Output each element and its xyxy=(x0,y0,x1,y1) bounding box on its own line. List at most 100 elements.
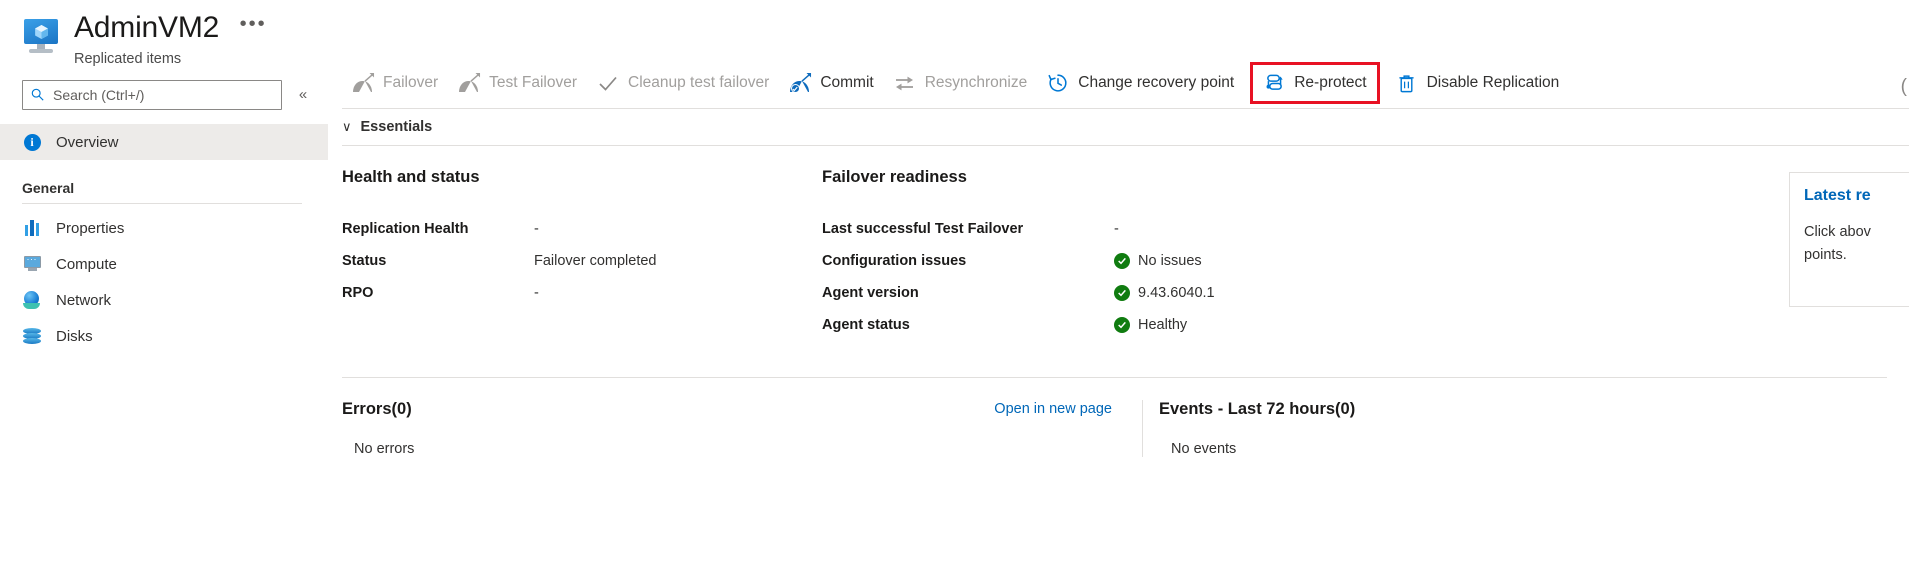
sidebar-item-overview[interactable]: i Overview xyxy=(0,124,328,160)
virtual-machine-icon xyxy=(22,16,62,56)
failover-readiness-section: Failover readiness Last successful Test … xyxy=(822,168,1382,341)
sidebar-item-network[interactable]: Network xyxy=(0,282,328,318)
row-value: - xyxy=(534,221,539,237)
command-toolbar: Failover Test Failover Cleanup test fail… xyxy=(328,58,1909,108)
test-failover-icon xyxy=(458,73,480,94)
properties-icon xyxy=(22,218,42,238)
sidebar-item-label: Properties xyxy=(56,220,124,237)
success-check-icon xyxy=(1114,253,1130,269)
command-label: Cleanup test failover xyxy=(628,74,769,92)
commit-icon xyxy=(789,73,811,94)
failover-button[interactable]: Failover xyxy=(342,65,448,101)
bottom-panels: Errors(0) Open in new page No errors Eve… xyxy=(342,400,1909,457)
command-label: Commit xyxy=(820,74,873,92)
resynchronize-icon xyxy=(894,73,916,94)
section-title: Health and status xyxy=(342,168,822,187)
row-key: Agent status xyxy=(822,317,1114,333)
sidebar-group-divider xyxy=(22,203,302,204)
page-title: AdminVM2 xyxy=(74,10,219,46)
sidebar-item-label: Compute xyxy=(56,256,117,273)
search-icon xyxy=(31,88,44,103)
essentials-content: Health and status Replication Health - S… xyxy=(328,146,1909,457)
health-and-status-section: Health and status Replication Health - S… xyxy=(342,168,822,341)
open-in-new-page-link[interactable]: Open in new page xyxy=(994,401,1112,417)
errors-panel: Errors(0) Open in new page No errors xyxy=(342,400,1142,457)
section-divider xyxy=(342,377,1887,378)
commit-button[interactable]: Commit xyxy=(779,65,883,101)
sidebar-group-general: General xyxy=(0,180,328,196)
trash-icon xyxy=(1396,73,1418,94)
row-replication-health: Replication Health - xyxy=(342,213,822,245)
latest-card-line2: points. xyxy=(1804,244,1909,267)
blade-left-pane: AdminVM2 ••• Replicated items « i Overvi… xyxy=(0,0,328,583)
search-box[interactable] xyxy=(22,80,282,110)
disks-icon xyxy=(22,326,42,346)
row-key: Agent version xyxy=(822,285,1114,301)
events-empty-text: No events xyxy=(1159,441,1742,457)
command-label: Resynchronize xyxy=(925,74,1028,92)
row-key: Status xyxy=(342,253,534,269)
command-label: Test Failover xyxy=(489,74,577,92)
sidebar-item-label: Overview xyxy=(56,134,119,151)
row-key: RPO xyxy=(342,285,534,301)
section-title: Failover readiness xyxy=(822,168,1382,187)
cube-glyph xyxy=(35,25,48,39)
sidebar-item-label: Disks xyxy=(56,328,93,345)
row-key: Last successful Test Failover xyxy=(822,221,1114,237)
events-title: Events - Last 72 hours(0) xyxy=(1159,400,1742,419)
sidebar-item-disks[interactable]: Disks xyxy=(0,318,328,354)
command-label: Failover xyxy=(383,74,438,92)
row-value: 9.43.6040.1 xyxy=(1138,285,1215,301)
row-key: Configuration issues xyxy=(822,253,1114,269)
latest-card-line1: Click abov xyxy=(1804,221,1909,244)
row-value: No issues xyxy=(1138,253,1202,269)
row-configuration-issues: Configuration issues No issues xyxy=(822,245,1382,277)
blade-main-pane: Failover Test Failover Cleanup test fail… xyxy=(328,0,1909,583)
events-panel: Events - Last 72 hours(0) No events xyxy=(1142,400,1742,457)
row-value: - xyxy=(1114,221,1119,237)
change-recovery-point-icon xyxy=(1047,73,1069,94)
latest-recovery-points-card: Latest re Click abov points. xyxy=(1789,172,1909,307)
azure-portal-blade: AdminVM2 ••• Replicated items « i Overvi… xyxy=(0,0,1909,583)
essentials-label: Essentials xyxy=(361,119,433,135)
success-check-icon xyxy=(1114,285,1130,301)
info-icon: i xyxy=(22,132,42,152)
overflow-icon[interactable]: ( xyxy=(1901,76,1907,98)
test-failover-button[interactable]: Test Failover xyxy=(448,65,587,101)
checkmark-icon xyxy=(597,73,619,94)
row-agent-version: Agent version 9.43.6040.1 xyxy=(822,277,1382,309)
resynchronize-button[interactable]: Resynchronize xyxy=(884,65,1038,101)
latest-card-title[interactable]: Latest re xyxy=(1804,187,1909,205)
sidebar-item-compute[interactable]: Compute xyxy=(0,246,328,282)
success-check-icon xyxy=(1114,317,1130,333)
compute-icon xyxy=(22,254,42,274)
page-subtitle: Replicated items xyxy=(74,50,267,68)
search-input[interactable] xyxy=(51,86,273,104)
row-status: Status Failover completed xyxy=(342,245,822,277)
network-icon xyxy=(22,290,42,310)
chevron-down-icon: ∨ xyxy=(342,119,352,135)
row-value: Failover completed xyxy=(534,253,657,269)
re-protect-button[interactable]: Re-protect xyxy=(1250,62,1379,104)
failover-icon xyxy=(352,73,374,94)
essentials-toggle[interactable]: ∨ Essentials xyxy=(328,109,1909,145)
row-key: Replication Health xyxy=(342,221,534,237)
more-options-button[interactable]: ••• xyxy=(240,14,267,34)
sidebar-item-label: Network xyxy=(56,292,111,309)
resource-header: AdminVM2 ••• Replicated items xyxy=(0,0,328,68)
change-recovery-point-button[interactable]: Change recovery point xyxy=(1037,65,1244,101)
row-last-successful-test-failover: Last successful Test Failover - xyxy=(822,213,1382,245)
row-agent-status: Agent status Healthy xyxy=(822,309,1382,341)
command-label: Re-protect xyxy=(1294,74,1366,92)
sidebar-item-properties[interactable]: Properties xyxy=(0,210,328,246)
re-protect-icon xyxy=(1263,73,1285,94)
collapse-menu-button[interactable]: « xyxy=(292,80,314,110)
row-rpo: RPO - xyxy=(342,277,822,309)
command-label: Disable Replication xyxy=(1427,74,1560,92)
command-label: Change recovery point xyxy=(1078,74,1234,92)
errors-empty-text: No errors xyxy=(342,441,1142,457)
search-row: « xyxy=(0,68,328,110)
row-value: - xyxy=(534,285,539,301)
cleanup-test-failover-button[interactable]: Cleanup test failover xyxy=(587,65,779,101)
disable-replication-button[interactable]: Disable Replication xyxy=(1386,65,1570,101)
